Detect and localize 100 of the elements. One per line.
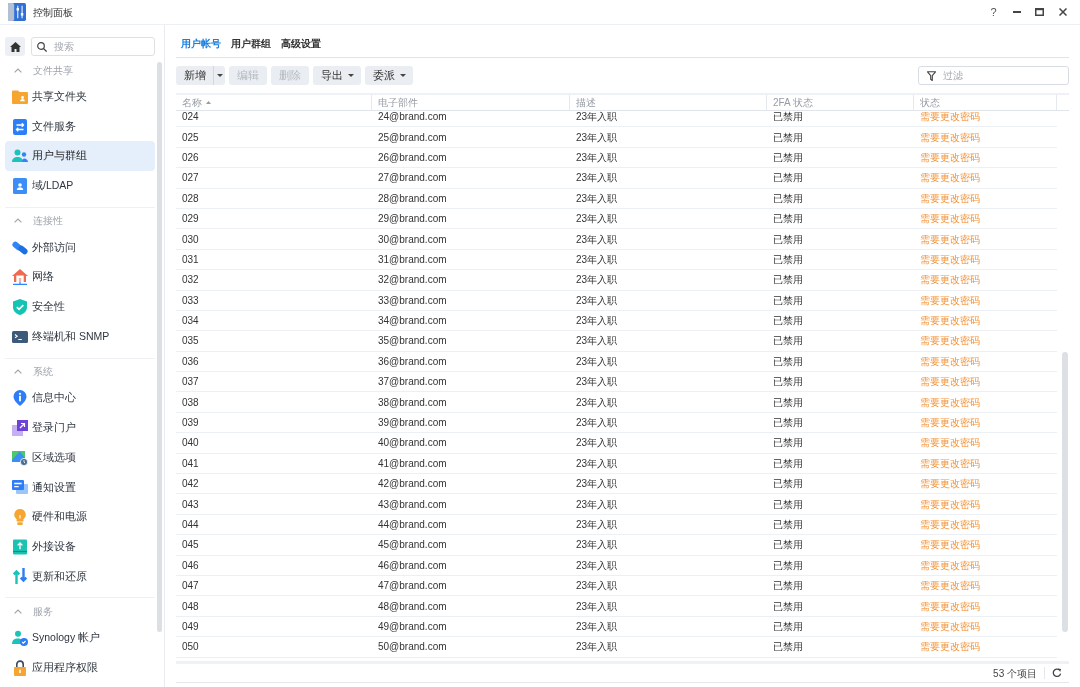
table-cell-text: 026 bbox=[181, 150, 200, 165]
house-icon bbox=[12, 269, 28, 286]
table-cell-text: 需要更改密码 bbox=[919, 456, 981, 471]
table-cell-text: 040 bbox=[181, 436, 200, 451]
message-icon bbox=[12, 479, 28, 496]
sidebar-item[interactable]: 共享文件夹 bbox=[5, 82, 155, 112]
table-cell-text: 034 bbox=[181, 314, 200, 329]
user-check-icon bbox=[12, 630, 28, 647]
sidebar-item[interactable]: Synology 帐户 bbox=[5, 623, 155, 653]
table-cell-text: 需要更改密码 bbox=[919, 375, 981, 390]
sidebar-item[interactable]: 更新和还原 bbox=[5, 561, 155, 592]
table-cell-text: 已禁用 bbox=[772, 334, 804, 349]
close-icon bbox=[1058, 8, 1067, 16]
table-cell-text: 23年入职 bbox=[575, 273, 619, 288]
table-cell-text: 40@brand.com bbox=[377, 436, 448, 451]
sidebar-item[interactable]: 应用程序权限 bbox=[5, 653, 155, 683]
tab[interactable]: 高级设置 bbox=[276, 35, 326, 57]
table-cell-text: 33@brand.com bbox=[377, 293, 448, 308]
table-cell-text: 需要更改密码 bbox=[919, 171, 981, 186]
tab[interactable]: 用户帐号 bbox=[176, 35, 226, 57]
sidebar-item[interactable]: 域/LDAP bbox=[5, 171, 155, 201]
toolbar-button[interactable]: 委派 bbox=[365, 66, 413, 85]
tab[interactable]: 用户群组 bbox=[226, 35, 276, 57]
sidebar-item[interactable]: 信息中心 bbox=[5, 383, 155, 414]
sidebar-item[interactable]: 通知设置 bbox=[5, 472, 155, 503]
table-cell-text: 已禁用 bbox=[772, 456, 804, 471]
table-cell-text: 039 bbox=[181, 416, 200, 431]
table-cell-text: 23年入职 bbox=[575, 354, 619, 369]
toolbar-dropdown-button[interactable] bbox=[213, 66, 225, 85]
sidebar-item[interactable]: 硬件和电源 bbox=[5, 502, 155, 532]
table-cell-text: 需要更改密码 bbox=[919, 212, 981, 227]
table-cell-text: 42@brand.com bbox=[377, 477, 448, 492]
table-cell-text: 需要更改密码 bbox=[919, 436, 981, 451]
window-title: 控制面板 bbox=[33, 5, 73, 20]
home-button[interactable] bbox=[5, 37, 25, 56]
table-cell-text: 37@brand.com bbox=[377, 375, 448, 390]
table-cell-text: 23年入职 bbox=[575, 334, 619, 349]
maximize-icon bbox=[1035, 8, 1044, 16]
table-cell-text: 037 bbox=[181, 375, 200, 390]
table-cell-text: 需要更改密码 bbox=[919, 579, 981, 594]
sidebar-item[interactable]: 外接设备 bbox=[5, 531, 155, 562]
sidebar-item[interactable]: 外部访问 bbox=[5, 232, 155, 263]
toolbar-button[interactable]: 新增 bbox=[176, 66, 213, 85]
table-cell-text: 23年入职 bbox=[575, 171, 619, 186]
table-cell-text: 需要更改密码 bbox=[919, 314, 981, 329]
table-cell-text: 041 bbox=[181, 456, 200, 471]
table-cell-text: 已禁用 bbox=[772, 619, 804, 634]
table-cell-text: 已禁用 bbox=[772, 130, 804, 145]
table-cell-text: 需要更改密码 bbox=[919, 538, 981, 553]
table-cell-text: 44@brand.com bbox=[377, 518, 448, 532]
sidebar-item[interactable]: 用户与群组 bbox=[5, 141, 155, 172]
table-cell-text: 已禁用 bbox=[772, 111, 804, 125]
sidebar-item[interactable]: 安全性 bbox=[5, 292, 155, 322]
toolbar-button[interactable]: 导出 bbox=[313, 66, 361, 85]
refresh-button[interactable] bbox=[1052, 668, 1062, 678]
file-transfer-icon bbox=[12, 118, 28, 135]
table-cell-text: 23年入职 bbox=[575, 314, 619, 329]
table-cell-text: 042 bbox=[181, 477, 200, 492]
table-cell-text: 已禁用 bbox=[772, 273, 804, 288]
table-cell-text: 38@brand.com bbox=[377, 395, 448, 410]
table-cell-text: 35@brand.com bbox=[377, 334, 448, 349]
help-button[interactable]: ? bbox=[982, 2, 1005, 22]
sidebar-item[interactable]: 登录门户 bbox=[5, 413, 155, 443]
table-cell-text: 23年入职 bbox=[575, 538, 619, 553]
sidebar-item[interactable]: 区域选项 bbox=[5, 442, 155, 473]
table-cell-text: 已禁用 bbox=[772, 558, 804, 573]
id-card-icon bbox=[12, 177, 28, 194]
caret-down-icon bbox=[216, 74, 223, 77]
table-cell-text: 49@brand.com bbox=[377, 619, 448, 634]
scrollbar-thumb[interactable] bbox=[157, 62, 162, 632]
folder-icon bbox=[12, 88, 28, 105]
table-cell-text: 031 bbox=[181, 252, 200, 267]
portal-icon bbox=[12, 420, 28, 437]
scrollbar-thumb[interactable] bbox=[1062, 352, 1068, 632]
table-cell-text: 47@brand.com bbox=[377, 579, 448, 594]
table-cell-text: 027 bbox=[181, 171, 200, 186]
table-cell-text: 23年入职 bbox=[575, 232, 619, 247]
table-cell-text: 049 bbox=[181, 619, 200, 634]
table-cell-text: 已禁用 bbox=[772, 375, 804, 390]
table-cell-text: 23年入职 bbox=[575, 558, 619, 573]
table-cell-text: 43@brand.com bbox=[377, 497, 448, 512]
table-cell-text: 46@brand.com bbox=[377, 558, 448, 573]
table-cell-text: 已禁用 bbox=[772, 416, 804, 431]
table-cell-text: 30@brand.com bbox=[377, 232, 448, 247]
table-cell-text: 已禁用 bbox=[772, 436, 804, 451]
table-cell-text: 23年入职 bbox=[575, 130, 619, 145]
table-cell-text: 23年入职 bbox=[575, 111, 619, 125]
sidebar-item[interactable]: 终端机和 SNMP bbox=[5, 321, 155, 352]
table-cell-text: 需要更改密码 bbox=[919, 111, 981, 125]
table-cell-text: 已禁用 bbox=[772, 599, 804, 614]
table-cell-text: 23年入职 bbox=[575, 579, 619, 594]
table-cell-text: 23年入职 bbox=[575, 293, 619, 308]
table-cell-text: 025 bbox=[181, 130, 200, 145]
sidebar-item[interactable]: 文件服务 bbox=[5, 111, 155, 142]
table-cell-text: 39@brand.com bbox=[377, 416, 448, 431]
terminal-icon bbox=[12, 328, 28, 345]
table-cell-text: 046 bbox=[181, 558, 200, 573]
table-cell-text: 23年入职 bbox=[575, 416, 619, 431]
sidebar-item[interactable]: 网络 bbox=[5, 262, 155, 293]
table-cell-text: 23年入职 bbox=[575, 619, 619, 634]
